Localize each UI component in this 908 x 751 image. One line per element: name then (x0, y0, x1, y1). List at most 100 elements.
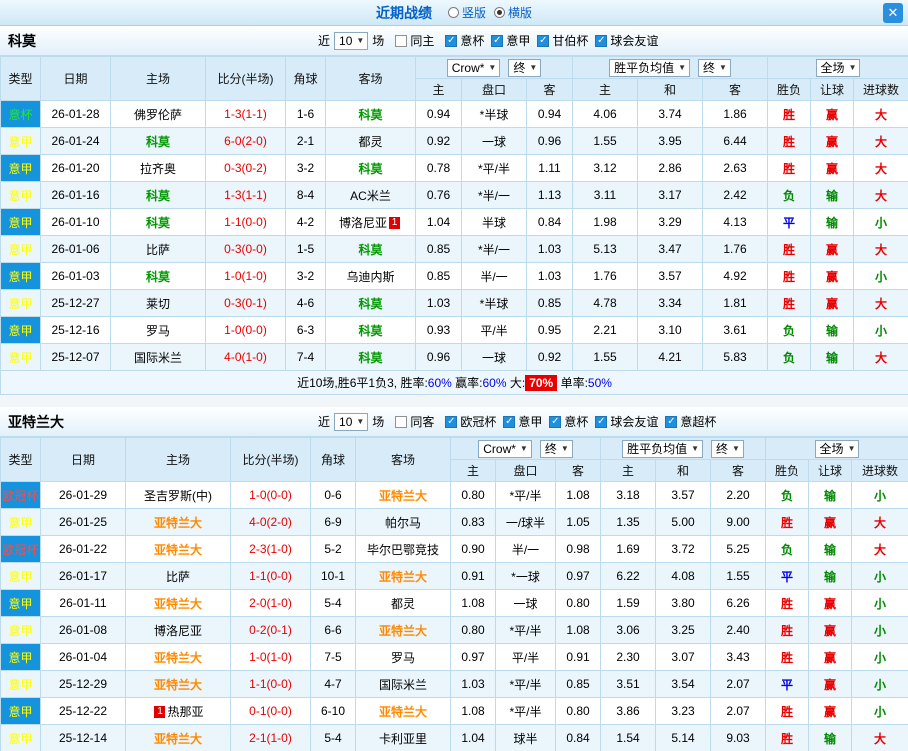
recent-count-select[interactable]: 10 ▼ (334, 412, 369, 431)
corners-cell: 6-6 (310, 616, 356, 644)
summary-segment: 60% (482, 376, 507, 390)
competition-filter[interactable]: ✓ 球会友谊 (595, 32, 658, 49)
avg-draw-cell: 3.57 (655, 481, 711, 509)
handicap-result-cell: 输 (808, 562, 853, 590)
avg-select[interactable]: 胜平负均值 ▼ (622, 439, 703, 458)
goals-result-cell: 大 (853, 127, 908, 155)
away-team-name: 科莫 (358, 161, 383, 176)
competition-filter[interactable]: ✓ 甘伯杯 (537, 32, 588, 49)
result-cell: 负 (767, 343, 812, 371)
handicap-result-cell: 输 (808, 724, 853, 751)
col-away: 客场 (325, 56, 416, 101)
col-handicap-result: 让球 (808, 459, 853, 482)
checkbox-unchecked-icon[interactable] (395, 34, 408, 47)
odds-handicap-cell: 平/半 (461, 316, 527, 344)
home-team-cell: 科莫 (110, 127, 206, 155)
score-cell: 1-3(1-1) (205, 100, 286, 128)
corners-cell: 7-4 (285, 343, 326, 371)
handicap-result-cell: 赢 (810, 127, 855, 155)
competition-filter-label: 球会友谊 (610, 34, 659, 48)
competition-filter[interactable]: ✓ 意超杯 (665, 413, 716, 430)
same-venue-filter[interactable]: 同客 (395, 413, 434, 430)
avg-select[interactable]: 胜平负均值 ▼ (609, 58, 690, 77)
odds-final-select[interactable]: 终 ▼ (508, 58, 542, 77)
odds-source-select[interactable]: Crow* ▼ (478, 439, 532, 458)
avg-away-cell: 9.03 (709, 724, 767, 751)
avg-draw-cell: 3.54 (655, 670, 711, 698)
handicap-result-cell: 输 (808, 481, 853, 509)
date-cell: 26-01-28 (40, 100, 111, 128)
avg-final-select[interactable]: 终 ▼ (698, 58, 731, 77)
chevron-down-icon: ▼ (519, 444, 528, 453)
avg-away-cell: 5.25 (709, 535, 767, 563)
away-team-cell: AC米兰 (325, 181, 416, 209)
checkbox-checked-icon[interactable]: ✓ (537, 34, 550, 47)
col-date: 日期 (40, 437, 126, 482)
checkbox-checked-icon[interactable]: ✓ (445, 34, 458, 47)
handicap-result-cell: 赢 (808, 589, 853, 617)
odds-away-cell: 1.08 (555, 616, 601, 644)
home-team-name: 博洛尼亚 (153, 623, 202, 638)
checkbox-checked-icon[interactable]: ✓ (665, 415, 678, 428)
radio-vertical[interactable]: 竖版 (447, 4, 486, 21)
result-cell: 平 (767, 208, 812, 236)
odds-home-cell: 0.78 (415, 154, 462, 182)
odds-final-value: 终 (513, 61, 526, 75)
avg-draw-cell: 3.17 (637, 181, 703, 209)
away-team-name: 亚特兰大 (378, 488, 427, 503)
result-cell: 胜 (767, 127, 812, 155)
odds-away-cell: 0.80 (555, 589, 601, 617)
checkbox-checked-icon[interactable]: ✓ (595, 415, 608, 428)
checkbox-unchecked-icon[interactable] (395, 415, 408, 428)
home-team-cell: 圣吉罗斯(中) (125, 481, 231, 509)
checkbox-checked-icon[interactable]: ✓ (503, 415, 516, 428)
result-cell: 负 (765, 481, 810, 509)
league-type-cell: 意甲 (0, 697, 41, 725)
league-type-cell: 意甲 (0, 589, 41, 617)
competition-filter[interactable]: ✓ 意甲 (491, 32, 530, 49)
radio-horizontal[interactable]: 横版 (494, 4, 532, 21)
checkbox-checked-icon[interactable]: ✓ (595, 34, 608, 47)
competition-filter[interactable]: ✓ 意甲 (503, 413, 542, 430)
section-header: 亚特兰大 近 10 ▼ 场 同客 ✓ 欧冠杯 ✓ 意甲 ✓ 意杯 ✓ 球会友谊 ✓ 意超杯 (0, 407, 908, 437)
home-team-name: 圣吉罗斯(中) (144, 488, 212, 503)
date-cell: 26-01-16 (40, 181, 111, 209)
corners-cell: 4-6 (285, 289, 326, 317)
away-team-cell: 科莫 (325, 154, 416, 182)
home-team-cell: 佛罗伦萨 (110, 100, 206, 128)
col-result: 胜负 (767, 78, 812, 101)
home-team-name: 热那亚 (167, 704, 204, 719)
odds-source-select[interactable]: Crow* ▼ (446, 58, 501, 77)
avg-home-cell: 3.06 (600, 616, 656, 644)
radio-checked-icon[interactable] (494, 7, 505, 18)
same-venue-filter[interactable]: 同主 (395, 32, 434, 49)
competition-filter[interactable]: ✓ 球会友谊 (595, 413, 658, 430)
radio-unchecked-icon[interactable] (447, 7, 459, 18)
chevron-down-icon: ▼ (678, 63, 686, 72)
titlebar: 近期战绩 竖版 横版 ✕ (0, 0, 908, 26)
league-type-cell: 意甲 (0, 208, 41, 236)
checkbox-checked-icon[interactable]: ✓ (445, 415, 458, 428)
avg-final-select[interactable]: 终 ▼ (711, 439, 744, 458)
close-button[interactable]: ✕ (883, 3, 903, 23)
avg-home-cell: 1.35 (600, 508, 656, 536)
matches-table-atalanta: 类型 日期 主场 比分(半场) 角球 客场 Crow* ▼ 终 ▼ 胜平负均值 … (0, 437, 908, 751)
checkbox-checked-icon[interactable]: ✓ (549, 415, 562, 428)
scope-select[interactable]: 全场 ▼ (814, 439, 860, 458)
col-handicap-result: 让球 (810, 78, 855, 101)
competition-filter[interactable]: ✓ 意杯 (445, 32, 484, 49)
col-odds-handicap: 盘口 (495, 459, 556, 482)
checkbox-checked-icon[interactable]: ✓ (491, 34, 504, 47)
odds-final-select[interactable]: 终 ▼ (539, 439, 573, 458)
competition-filter[interactable]: ✓ 意杯 (549, 413, 588, 430)
col-odds-home: 主 (450, 459, 496, 482)
competition-filter[interactable]: ✓ 欧冠杯 (445, 413, 496, 430)
recent-count-select[interactable]: 10 ▼ (334, 31, 369, 50)
col-avg-draw: 和 (637, 78, 703, 101)
col-corner: 角球 (285, 56, 326, 101)
scope-select[interactable]: 全场 ▼ (815, 58, 861, 77)
odds-away-cell: 0.91 (555, 643, 601, 671)
odds-home-cell: 0.85 (415, 235, 462, 263)
league-type-cell: 意甲 (0, 508, 41, 536)
result-cell: 胜 (767, 100, 812, 128)
